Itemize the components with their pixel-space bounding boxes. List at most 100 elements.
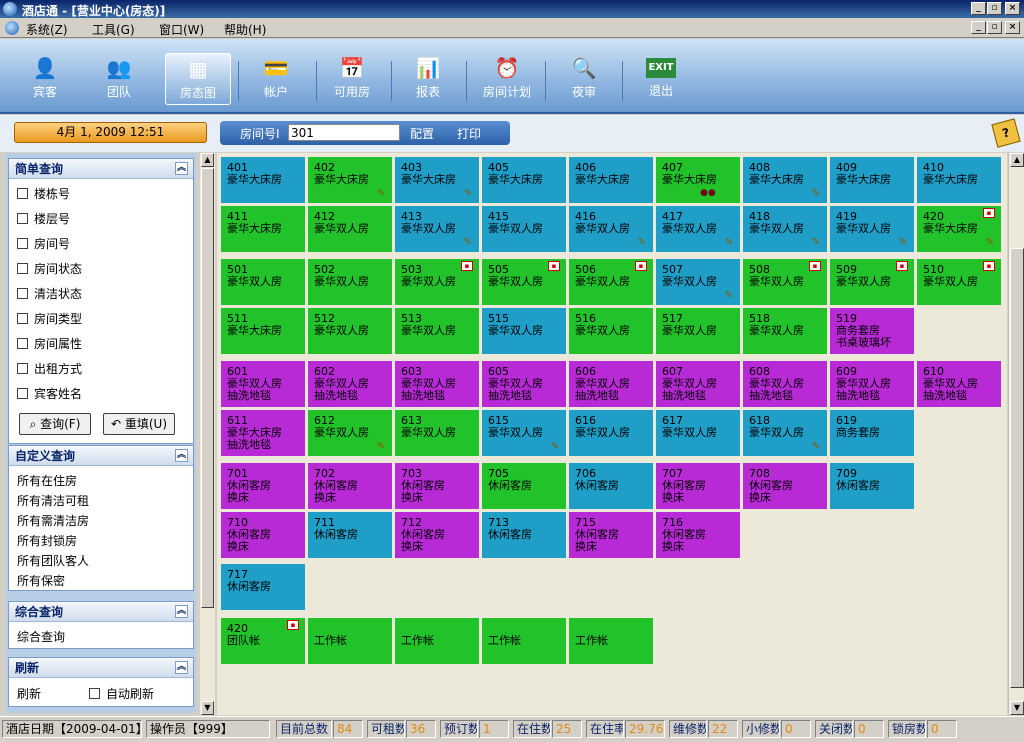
room-tile[interactable]: 515 豪华双人房 <box>482 308 566 354</box>
room-tile[interactable]: 工作帐 <box>308 618 392 664</box>
filter-room-status[interactable]: 房间状态 <box>17 260 82 277</box>
room-tile[interactable]: 420 团队帐 ▪ <box>221 618 305 664</box>
checkbox[interactable] <box>17 388 28 399</box>
room-tile[interactable]: 502 豪华双人房 <box>308 259 392 305</box>
room-tile[interactable]: 516 豪华双人房 <box>569 308 653 354</box>
query-button[interactable]: ⌕ 查询(F) <box>19 413 91 435</box>
collapse-icon[interactable]: ︽ <box>175 162 188 175</box>
room-tile[interactable]: 409 豪华大床房 <box>830 157 914 203</box>
room-tile[interactable]: 717 休闲客房 <box>221 564 305 610</box>
filter-building[interactable]: 楼栋号 <box>17 185 70 202</box>
menu-tools[interactable]: 工具(G) <box>92 21 135 38</box>
room-tile[interactable]: 420 豪华大床房 ▪ ✎ <box>917 206 1001 252</box>
room-tile[interactable]: 405 豪华大床房 <box>482 157 566 203</box>
room-tile[interactable]: 415 豪华双人房 <box>482 206 566 252</box>
room-tile[interactable]: 410 豪华大床房 <box>917 157 1001 203</box>
room-tile[interactable]: 506 豪华双人房 ▪ <box>569 259 653 305</box>
scroll-up-icon[interactable]: ▲ <box>1010 153 1024 167</box>
child-restore-button[interactable]: ▫ <box>987 21 1002 34</box>
room-tile[interactable]: 616 豪华双人房 <box>569 410 653 456</box>
room-tile[interactable]: 608 豪华双人房 抽洗地毯 <box>743 361 827 407</box>
collapse-icon[interactable]: ︽ <box>175 661 188 674</box>
room-tile[interactable]: 503 豪华双人房 ▪ <box>395 259 479 305</box>
room-tile[interactable]: 工作帐 <box>569 618 653 664</box>
room-tile[interactable]: 613 豪华双人房 <box>395 410 479 456</box>
room-tile[interactable]: 612 豪华双人房 ✎ <box>308 410 392 456</box>
refresh-header[interactable]: 刷新 ︽ <box>9 658 193 678</box>
custom-query-locked[interactable]: 所有封锁房 <box>17 532 77 549</box>
toolbar-night-audit-button[interactable]: 🔍 夜审 <box>551 53 617 105</box>
scroll-up-icon[interactable]: ▲ <box>201 153 214 167</box>
toolbar-report-button[interactable]: 📊 报表 <box>395 53 461 105</box>
room-tile[interactable]: 603 豪华双人房 抽洗地毯 <box>395 361 479 407</box>
child-minimize-button[interactable]: _ <box>971 21 986 34</box>
room-tile[interactable]: 607 豪华双人房 抽洗地毯 <box>656 361 740 407</box>
checkbox[interactable] <box>17 263 28 274</box>
room-tile[interactable]: 710 休闲客房 换床 <box>221 512 305 558</box>
custom-query-in-house[interactable]: 所有在住房 <box>17 472 77 489</box>
combined-query-link[interactable]: 综合查询 <box>17 628 65 645</box>
toolbar-room-plan-button[interactable]: ⏰ 房间计划 <box>474 53 540 105</box>
scroll-down-icon[interactable]: ▼ <box>1010 701 1024 715</box>
room-tile[interactable]: 512 豪华双人房 <box>308 308 392 354</box>
room-tile[interactable]: 713 休闲客房 <box>482 512 566 558</box>
room-tile[interactable]: 609 豪华双人房 抽洗地毯 <box>830 361 914 407</box>
scroll-thumb[interactable] <box>1010 248 1024 688</box>
room-tile[interactable]: 610 豪华双人房 抽洗地毯 <box>917 361 1001 407</box>
room-tile[interactable]: 517 豪华双人房 <box>656 308 740 354</box>
room-tile[interactable]: 416 豪华双人房 ✎ <box>569 206 653 252</box>
room-tile[interactable]: 417 豪华双人房 ✎ <box>656 206 740 252</box>
combined-query-header[interactable]: 综合查询 ︽ <box>9 602 193 622</box>
room-tile[interactable]: 708 休闲客房 换床 <box>743 463 827 509</box>
room-tile[interactable]: 工作帐 <box>395 618 479 664</box>
room-tile[interactable]: 419 豪华双人房 ✎ <box>830 206 914 252</box>
room-tile[interactable]: 702 休闲客房 换床 <box>308 463 392 509</box>
room-tile[interactable]: 601 豪华双人房 抽洗地毯 <box>221 361 305 407</box>
room-tile[interactable]: 505 豪华双人房 ▪ <box>482 259 566 305</box>
room-tile[interactable]: 411 豪华大床房 <box>221 206 305 252</box>
custom-query-group-guests[interactable]: 所有团队客人 <box>17 552 89 569</box>
checkbox[interactable] <box>17 288 28 299</box>
menu-window[interactable]: 窗口(W) <box>159 21 204 38</box>
room-tile[interactable]: 711 休闲客房 <box>308 512 392 558</box>
room-tile[interactable]: 408 豪华大床房 ✎ <box>743 157 827 203</box>
simple-query-header[interactable]: 简单查询 ︽ <box>9 159 193 179</box>
room-tile[interactable]: 418 豪华双人房 ✎ <box>743 206 827 252</box>
filter-floor[interactable]: 楼层号 <box>17 210 70 227</box>
room-tile[interactable]: 715 休闲客房 换床 <box>569 512 653 558</box>
child-close-button[interactable]: × <box>1005 21 1020 34</box>
toolbar-available-room-button[interactable]: 📅 可用房 <box>319 53 385 105</box>
filter-room-type[interactable]: 房间类型 <box>17 310 82 327</box>
room-tile[interactable]: 716 休闲客房 换床 <box>656 512 740 558</box>
room-tile[interactable]: 511 豪华大床房 <box>221 308 305 354</box>
room-tile[interactable]: 401 豪华大床房 <box>221 157 305 203</box>
toolbar-team-button[interactable]: 👥 团队 <box>86 53 152 105</box>
close-button[interactable]: × <box>1005 2 1020 15</box>
toolbar-room-status-button[interactable]: ▦ 房态图 <box>165 53 231 105</box>
room-tile[interactable]: 611 豪华大床房 抽洗地毯 <box>221 410 305 456</box>
custom-query-confidential[interactable]: 所有保密 <box>17 572 65 589</box>
scroll-thumb[interactable] <box>201 168 214 608</box>
room-tile[interactable]: 619 商务套房 <box>830 410 914 456</box>
room-tile[interactable]: 618 豪华双人房 ✎ <box>743 410 827 456</box>
room-tile[interactable]: 605 豪华双人房 抽洗地毯 <box>482 361 566 407</box>
minimize-button[interactable]: _ <box>971 2 986 15</box>
reset-button[interactable]: ↶ 重填(U) <box>103 413 175 435</box>
help-icon[interactable]: ? <box>991 118 1021 148</box>
print-button[interactable]: 打印 <box>457 125 481 142</box>
room-tile[interactable]: 701 休闲客房 换床 <box>221 463 305 509</box>
menu-help[interactable]: 帮助(H) <box>224 21 266 38</box>
room-tile[interactable]: 403 豪华大床房 ✎ <box>395 157 479 203</box>
room-tile[interactable]: 606 豪华双人房 抽洗地毯 <box>569 361 653 407</box>
room-tile[interactable]: 402 豪华大床房 ✎ <box>308 157 392 203</box>
room-number-input[interactable] <box>288 124 400 141</box>
filter-room-attribute[interactable]: 房间属性 <box>17 335 82 352</box>
room-tile[interactable]: 705 休闲客房 <box>482 463 566 509</box>
room-tile[interactable]: 703 休闲客房 换床 <box>395 463 479 509</box>
room-tile[interactable]: 513 豪华双人房 <box>395 308 479 354</box>
room-tile[interactable]: 501 豪华双人房 <box>221 259 305 305</box>
custom-query-clean-available[interactable]: 所有清洁可租 <box>17 492 89 509</box>
filter-guest-name[interactable]: 宾客姓名 <box>17 385 82 402</box>
toolbar-exit-button[interactable]: EXIT 退出 <box>628 53 694 105</box>
toolbar-guest-button[interactable]: 👤 宾客 <box>12 53 78 105</box>
